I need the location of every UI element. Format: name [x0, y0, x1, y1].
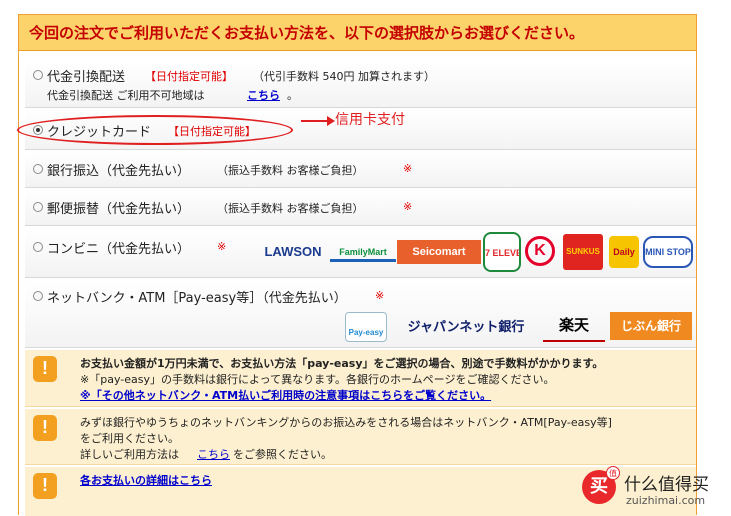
seicomart-logo: Seicomart	[397, 240, 481, 264]
jibun-bank-logo: じぶん銀行	[610, 312, 692, 340]
circle-k-logo: K	[525, 236, 555, 266]
notice-mizuho-line3-pre: 詳しいご利用方法は	[80, 448, 179, 461]
option-cod[interactable]: 代金引換配送 【日付指定可能】 （代引手数料 540円 加算されます） 代金引換…	[25, 61, 696, 108]
payment-details-link[interactable]: 各お支払いの詳細はこちら	[80, 472, 212, 488]
pay-easy-logo: Pay-easy	[345, 312, 387, 342]
cod-area-link[interactable]: こちら	[247, 87, 280, 103]
arrow-right-icon	[301, 116, 335, 126]
bank-transfer-fee: （振込手数料 お客様ご負担）	[217, 164, 364, 177]
cod-radio[interactable]	[33, 70, 43, 80]
notice-mizuho-yucho: みずほ銀行やゆうちょのネットバンキングからのお振込みをされる場合はネットバンク・…	[25, 409, 696, 465]
postal-transfer-mark: ※	[403, 200, 413, 213]
option-convenience-store[interactable]: コンビニ（代金先払い） ※ LAWSON FamilyMart Seicomar…	[25, 228, 696, 278]
notice-fee-detail: ※「pay-easy」の手数料は銀行によって異なります。各銀行のホームページをご…	[80, 373, 555, 386]
notice-mizuho-line2: をご利用ください。	[80, 432, 179, 445]
option-bank-transfer[interactable]: 銀行振込（代金先払い） （振込手数料 お客様ご負担） ※	[25, 152, 696, 188]
watermark-text: 什么值得买	[624, 475, 709, 495]
familymart-logo: FamilyMart	[330, 242, 396, 262]
cod-date-tag: 【日付指定可能】	[145, 70, 233, 83]
highlight-ellipse	[17, 115, 293, 145]
ministop-logo: MINI STOP	[643, 236, 693, 268]
annotation-label: 信用卡支付	[335, 112, 405, 128]
postal-transfer-fee: （振込手数料 お客様ご負担）	[217, 202, 364, 215]
japan-net-bank-logo: ジャパンネット銀行	[407, 319, 525, 334]
notice-fee-line: お支払い金額が1万円未満で、お支払い方法「pay-easy」をご選択の場合、別途…	[80, 357, 604, 370]
warning-icon	[33, 415, 57, 441]
net-bank-mark: ※	[375, 289, 385, 302]
convenience-store-label: コンビニ（代金先払い）	[47, 242, 191, 257]
notice-netbank-caution-link[interactable]: ※「その他ネットバンク・ATM払いご利用時の注意事項はこちらをご覧ください。	[80, 387, 491, 403]
warning-icon	[33, 356, 57, 382]
notice-mizuho-line1: みずほ銀行やゆうちょのネットバンキングからのお振込みをされる場合はネットバンク・…	[80, 416, 612, 429]
option-net-bank-atm[interactable]: ネットバンク・ATM［Pay-easy等］（代金先払い） ※ Pay-easy …	[25, 280, 696, 348]
cod-label: 代金引換配送	[47, 70, 126, 85]
notice-pay-easy-fee: お支払い金額が1万円未満で、お支払い方法「pay-easy」をご選択の場合、別途…	[25, 350, 696, 407]
cod-fee: （代引手数料 540円 加算されます）	[253, 70, 435, 83]
lawson-logo: LAWSON	[264, 244, 322, 259]
notice-mizuho-line3-post: をご参照ください。	[233, 448, 332, 461]
payment-method-panel: 今回の注文でご利用いただくお支払い方法を、以下の選択肢からお選びください。 代金…	[17, 14, 697, 516]
postal-transfer-radio[interactable]	[33, 202, 43, 212]
page-title: 今回の注文でご利用いただくお支払い方法を、以下の選択肢からお選びください。	[19, 15, 696, 51]
bank-transfer-label: 銀行振込（代金先払い）	[47, 164, 191, 179]
convenience-store-mark: ※	[217, 240, 227, 253]
seven-eleven-logo: 7 ELEVEN	[483, 232, 521, 272]
sunkus-logo: SUNKUS	[563, 234, 603, 270]
rakuten-bank-logo: 楽天	[543, 312, 605, 342]
cod-area-note: 代金引換配送 ご利用不可地域は	[47, 89, 205, 102]
net-bank-label: ネットバンク・ATM［Pay-easy等］（代金先払い）	[47, 291, 347, 306]
postal-transfer-label: 郵便振替（代金先払い）	[47, 202, 191, 217]
watermark-badge-sup: 值	[606, 466, 620, 480]
convenience-store-radio[interactable]	[33, 242, 43, 252]
option-postal-transfer[interactable]: 郵便振替（代金先払い） （振込手数料 お客様ご負担） ※	[25, 190, 696, 226]
notice-mizuho-link[interactable]: こちら	[197, 446, 230, 462]
watermark-url: zuizhimai.com	[626, 494, 706, 507]
warning-icon	[33, 473, 57, 499]
bank-transfer-mark: ※	[403, 162, 413, 175]
daily-yamazaki-logo: Daily	[609, 236, 639, 268]
cod-area-note-end: 。	[287, 89, 298, 102]
bank-transfer-radio[interactable]	[33, 164, 43, 174]
net-bank-radio[interactable]	[33, 291, 43, 301]
